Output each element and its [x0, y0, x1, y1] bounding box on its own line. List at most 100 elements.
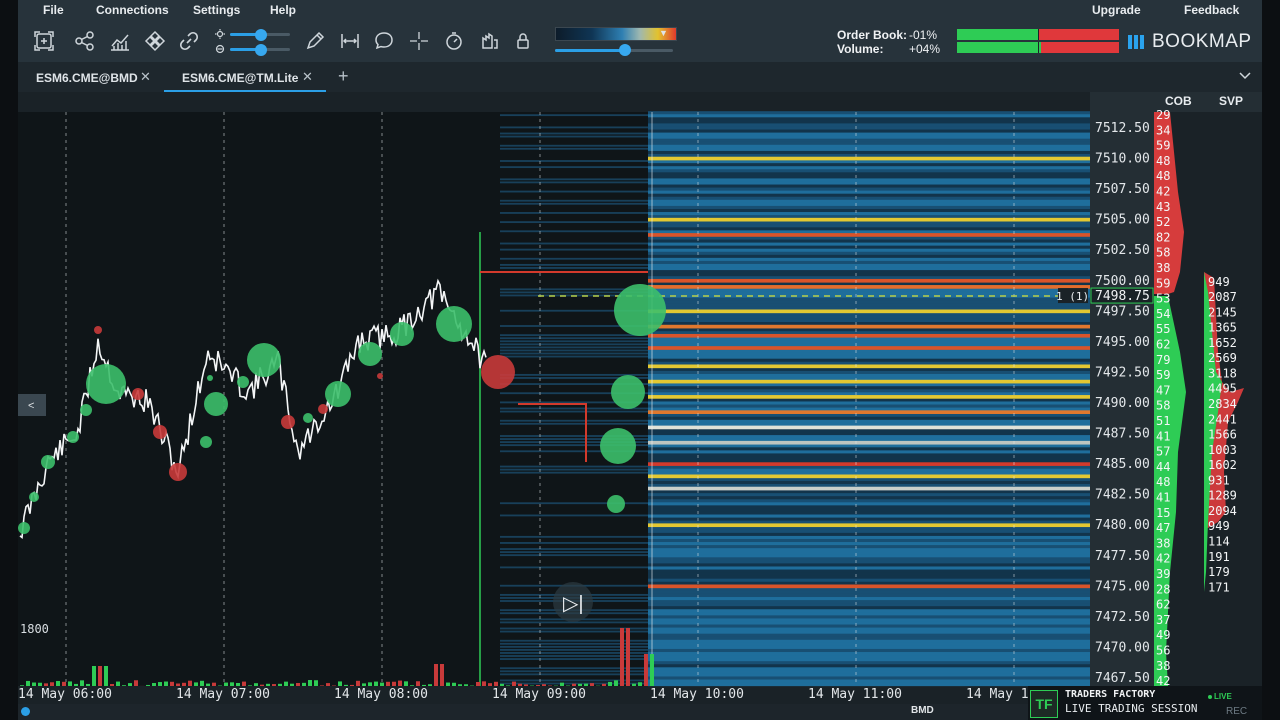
tab-bar: ESM6.CME@BMD ✕ ESM6.CME@TM.Lite ✕ +	[18, 62, 1262, 93]
heatmap-row	[648, 633, 1090, 638]
cob-value: 62	[1156, 598, 1170, 612]
close-icon[interactable]: ✕	[140, 69, 151, 85]
link-icon[interactable]	[178, 30, 200, 52]
heatmap-row	[648, 554, 1090, 558]
heatmap-liquidity-band	[648, 324, 1090, 329]
heatmap-liquidity-band	[648, 395, 1090, 399]
heatmap-row	[648, 627, 1090, 632]
contrast-slider-knob[interactable]	[255, 44, 267, 56]
menu-feedback[interactable]: Feedback	[1184, 3, 1239, 17]
heatmap-history-row	[500, 410, 648, 413]
close-icon[interactable]: ✕	[302, 69, 313, 85]
chat-icon[interactable]	[373, 30, 395, 52]
heatmap-chart[interactable]: 1800 < ▷| 7512.50 7510.00 7507.50 7505.00 7502.…	[18, 92, 1262, 704]
heatmap-row	[648, 658, 1090, 662]
heatmap-row	[648, 135, 1090, 140]
volume-bar	[38, 682, 42, 686]
heatmap-row	[648, 193, 1090, 198]
chevron-down-icon[interactable]: ▼	[659, 28, 668, 38]
volume-bar	[326, 683, 330, 686]
price-tick-label: 7485.00	[1095, 457, 1150, 472]
zoom-fit-icon[interactable]	[33, 30, 55, 52]
heatmap-row	[648, 370, 1090, 375]
volume-bar	[128, 683, 132, 686]
sell-share	[1038, 29, 1119, 40]
tab-esm6-tm-lite[interactable]: ESM6.CME@TM.Lite ✕	[164, 62, 326, 92]
heatmap-row	[648, 251, 1090, 256]
timer-icon[interactable]	[443, 30, 465, 52]
cob-value: 62	[1156, 338, 1170, 352]
cob-value: 34	[1156, 123, 1170, 137]
tab-esm6-bmd[interactable]: ESM6.CME@BMD ✕	[18, 62, 162, 92]
cob-value: 58	[1156, 399, 1170, 413]
volume-bar	[602, 683, 606, 686]
brightness-slider-knob[interactable]	[255, 29, 267, 41]
bar-divider	[1038, 42, 1039, 53]
price-tick-label: 7495.00	[1095, 335, 1150, 350]
heatmap-liquidity-band	[648, 285, 1090, 289]
buy-trade-bubble	[29, 492, 39, 502]
heatmap-row	[648, 257, 1090, 262]
buy-trade-bubble	[80, 404, 92, 416]
heatmap-row	[648, 597, 1090, 601]
measure-icon[interactable]	[339, 30, 361, 52]
crosshair-icon[interactable]	[408, 30, 430, 52]
svp-value: 2087	[1208, 290, 1237, 304]
bookmap-logo-icon	[1128, 33, 1148, 56]
chart-icon[interactable]	[109, 30, 131, 52]
share-icon[interactable]	[74, 30, 96, 52]
cob-value: 43	[1156, 200, 1170, 214]
heatmap-row	[648, 141, 1090, 146]
volume-bar	[260, 684, 264, 686]
toolbar: ▼ Order Book: -01% Volume: +04% BOOKMAP	[18, 22, 1262, 62]
volume-bar	[242, 681, 246, 686]
cob-value: 48	[1156, 154, 1170, 168]
menu-settings[interactable]: Settings	[193, 3, 240, 17]
price-tick-label: 7475.00	[1095, 579, 1150, 594]
volume-bar	[350, 684, 354, 686]
volume-bar	[590, 683, 594, 686]
volume-bar	[488, 683, 492, 686]
chevron-down-icon[interactable]	[1238, 68, 1252, 87]
heatmap-row	[648, 542, 1090, 546]
menu-help[interactable]: Help	[270, 3, 296, 17]
heatmap-contrast-knob[interactable]	[619, 44, 631, 56]
add-tab-button[interactable]: +	[338, 66, 349, 87]
heatmap-history-row	[500, 160, 648, 162]
heatmap-history-row	[500, 645, 648, 648]
buy-trade-bubble	[390, 322, 414, 346]
heatmap-row	[648, 505, 1090, 509]
menu-upgrade[interactable]: Upgrade	[1092, 3, 1141, 17]
heatmap-row	[648, 499, 1090, 503]
heatmap-row	[648, 615, 1090, 619]
replay-icon[interactable]	[478, 30, 500, 52]
pencil-icon[interactable]	[304, 30, 326, 52]
volume-bar	[308, 680, 312, 686]
volume-bar	[236, 682, 240, 686]
heatmap-history-row	[500, 419, 648, 422]
volume-bar	[560, 682, 564, 686]
chart-area[interactable]: 1800 < ▷| 7512.50 7510.00 7507.50 7505.00 7502.…	[18, 92, 1262, 704]
heatmap-history-row	[500, 352, 648, 355]
cob-value: 38	[1156, 261, 1170, 275]
svp-value: 179	[1208, 565, 1230, 579]
collapse-button-label: <	[28, 400, 34, 412]
current-price-label: 7498.75	[1095, 289, 1150, 304]
menu-connections[interactable]: Connections	[96, 3, 169, 17]
volume-bar	[26, 680, 30, 686]
heatmap-row	[648, 404, 1090, 409]
volume-bar	[572, 683, 576, 686]
heatmap-history-row	[500, 340, 648, 343]
heatmap-row	[648, 236, 1090, 241]
move-icon[interactable]	[144, 30, 166, 52]
buy-trade-bubble	[614, 284, 666, 336]
cob-value: 49	[1156, 628, 1170, 642]
heatmap-row	[648, 340, 1090, 344]
menu-file[interactable]: File	[43, 3, 64, 17]
heatmap-history-row	[500, 248, 648, 251]
sell-trade-bubble	[132, 388, 144, 400]
lock-icon[interactable]	[512, 30, 534, 52]
volume-bar	[644, 654, 648, 686]
heatmap-history-row	[500, 190, 648, 193]
heatmap-history-row	[500, 627, 648, 630]
